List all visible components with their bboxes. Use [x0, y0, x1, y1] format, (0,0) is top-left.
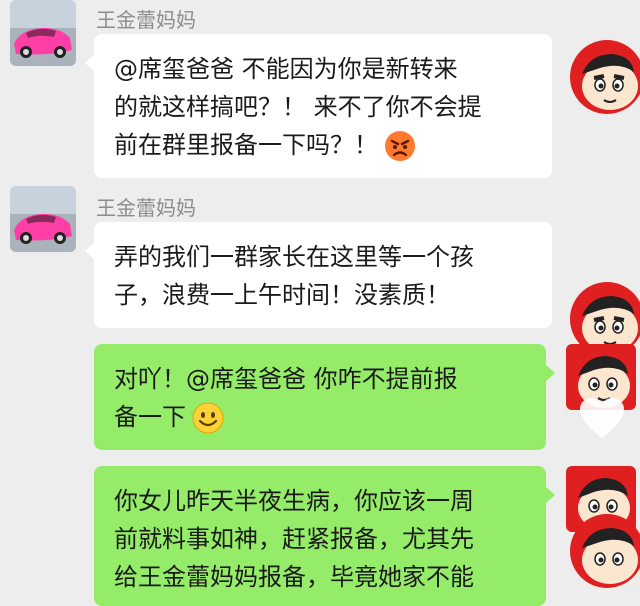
message-line: 对吖！@席玺爸爸 你咋不提前报	[114, 365, 458, 393]
smiling-face-icon	[192, 402, 224, 434]
message-line: 给王金蕾妈妈报备，毕竟她家不能	[114, 563, 474, 591]
message-bubble[interactable]: 对吖！@席玺爸爸 你咋不提前报 备一下	[94, 344, 555, 450]
message-bubble[interactable]: 你女儿昨天半夜生病，你应该一周 前就料事如神，赶紧报备，尤其先 给王金蕾妈妈报备…	[94, 466, 555, 606]
message-line: @席玺爸爸 不能因为你是新转来	[114, 55, 458, 83]
sender-name: 王金蕾妈妈	[96, 196, 196, 220]
message-line: 前就料事如神，赶紧报备，尤其先	[114, 525, 474, 553]
avatar[interactable]	[570, 40, 640, 114]
avatar[interactable]	[10, 186, 76, 252]
heart-icon[interactable]	[578, 396, 626, 440]
angry-face-icon	[384, 130, 416, 162]
avatar[interactable]	[10, 0, 76, 66]
message-line: 备一下	[114, 398, 526, 436]
message-line: 子，浪费一上午时间！没素质！	[114, 281, 450, 309]
message-line: 你女儿昨天半夜生病，你应该一周	[114, 487, 474, 515]
message-line: 前在群里报备一下吗？！	[114, 126, 532, 164]
message-line: 的就这样搞吧？！ 来不了你不会提	[114, 93, 482, 121]
avatar[interactable]	[570, 514, 640, 588]
message-line: 弄的我们一群家长在这里等一个孩	[114, 243, 474, 271]
message-bubble[interactable]: @席玺爸爸 不能因为你是新转来 的就这样搞吧？！ 来不了你不会提 前在群里报备一…	[85, 34, 552, 178]
message-bubble[interactable]: 弄的我们一群家长在这里等一个孩 子，浪费一上午时间！没素质！	[85, 222, 552, 328]
sender-name: 王金蕾妈妈	[96, 8, 196, 32]
